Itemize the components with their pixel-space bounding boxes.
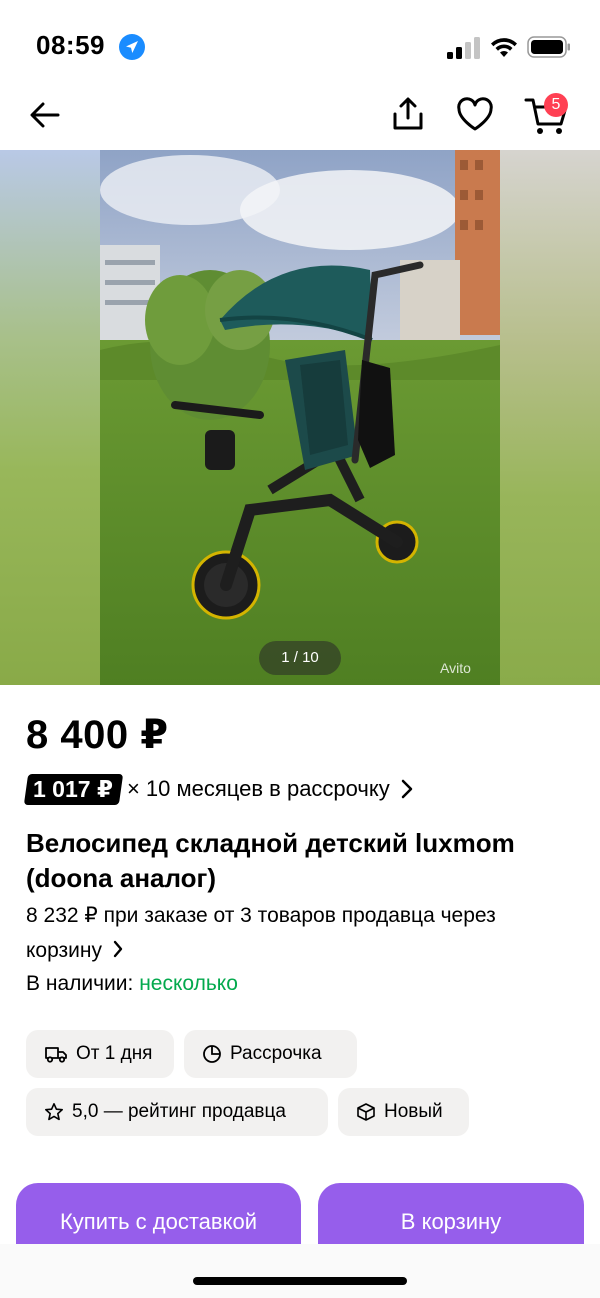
installment-text: × 10 месяцев в рассрочку: [126, 776, 390, 801]
nav-bar: [0, 92, 600, 150]
status-bar: 08:59: [0, 0, 600, 92]
multi-buy-price-text: 8 232 ₽ при заказе от 3 товаров продавца…: [26, 904, 496, 962]
bottom-bar: [0, 1244, 600, 1298]
product-photo[interactable]: [100, 150, 500, 685]
share-icon[interactable]: [390, 96, 426, 132]
chip-delivery-label: От 1 дня: [76, 1043, 153, 1064]
gallery-counter: 1 / 10: [259, 641, 341, 675]
star-icon: [45, 1103, 63, 1121]
buy-with-delivery-button[interactable]: Купить с доставкой: [16, 1183, 301, 1253]
home-indicator: [193, 1277, 407, 1285]
price: 8 400 ₽: [26, 713, 169, 757]
chip-delivery[interactable]: От 1 дня: [26, 1030, 174, 1078]
listing-title: Велосипед складной детский luxmom (doona…: [26, 828, 515, 893]
installment-amount: 1 017 ₽: [33, 775, 113, 802]
status-time: 08:59: [36, 30, 105, 60]
back-arrow-icon[interactable]: [28, 98, 62, 132]
availability: В наличии: несколько: [26, 972, 238, 996]
cart-count-badge: 5: [544, 93, 568, 117]
chip-installment[interactable]: Рассрочка: [184, 1030, 357, 1078]
add-to-cart-button[interactable]: В корзину: [318, 1183, 584, 1253]
chip-seller-rating[interactable]: 5,0 — рейтинг продавца: [26, 1088, 328, 1136]
chevron-right-icon: [401, 779, 412, 799]
chip-condition-label: Новый: [384, 1101, 443, 1122]
box-icon: [357, 1103, 375, 1121]
installment-badge: 1 017 ₽: [23, 773, 124, 805]
installment-link[interactable]: 1 017 ₽ × 10 месяцев в рассрочку: [23, 772, 414, 806]
chevron-right-icon: [113, 940, 123, 958]
wifi-icon: [491, 38, 517, 57]
cellular-signal-icon: [447, 37, 480, 59]
chip-condition[interactable]: Новый: [338, 1088, 469, 1136]
photo-gallery[interactable]: 1 / 10: [0, 150, 600, 685]
location-arrow-icon: [119, 34, 145, 60]
battery-icon: [527, 36, 570, 58]
availability-value: несколько: [139, 972, 238, 995]
truck-icon: [45, 1047, 67, 1063]
availability-label: В наличии:: [26, 972, 134, 995]
watermark: Avito: [440, 660, 471, 676]
heart-icon[interactable]: [456, 97, 494, 133]
chip-installment-label: Рассрочка: [230, 1043, 322, 1064]
multi-buy-price-link[interactable]: 8 232 ₽ при заказе от 3 товаров продавца…: [26, 898, 566, 968]
pie-chart-icon: [203, 1045, 221, 1063]
gallery-blur-right: [500, 150, 600, 685]
chip-seller-rating-label: 5,0 — рейтинг продавца: [72, 1101, 286, 1122]
gallery-blur-left: [0, 150, 100, 685]
